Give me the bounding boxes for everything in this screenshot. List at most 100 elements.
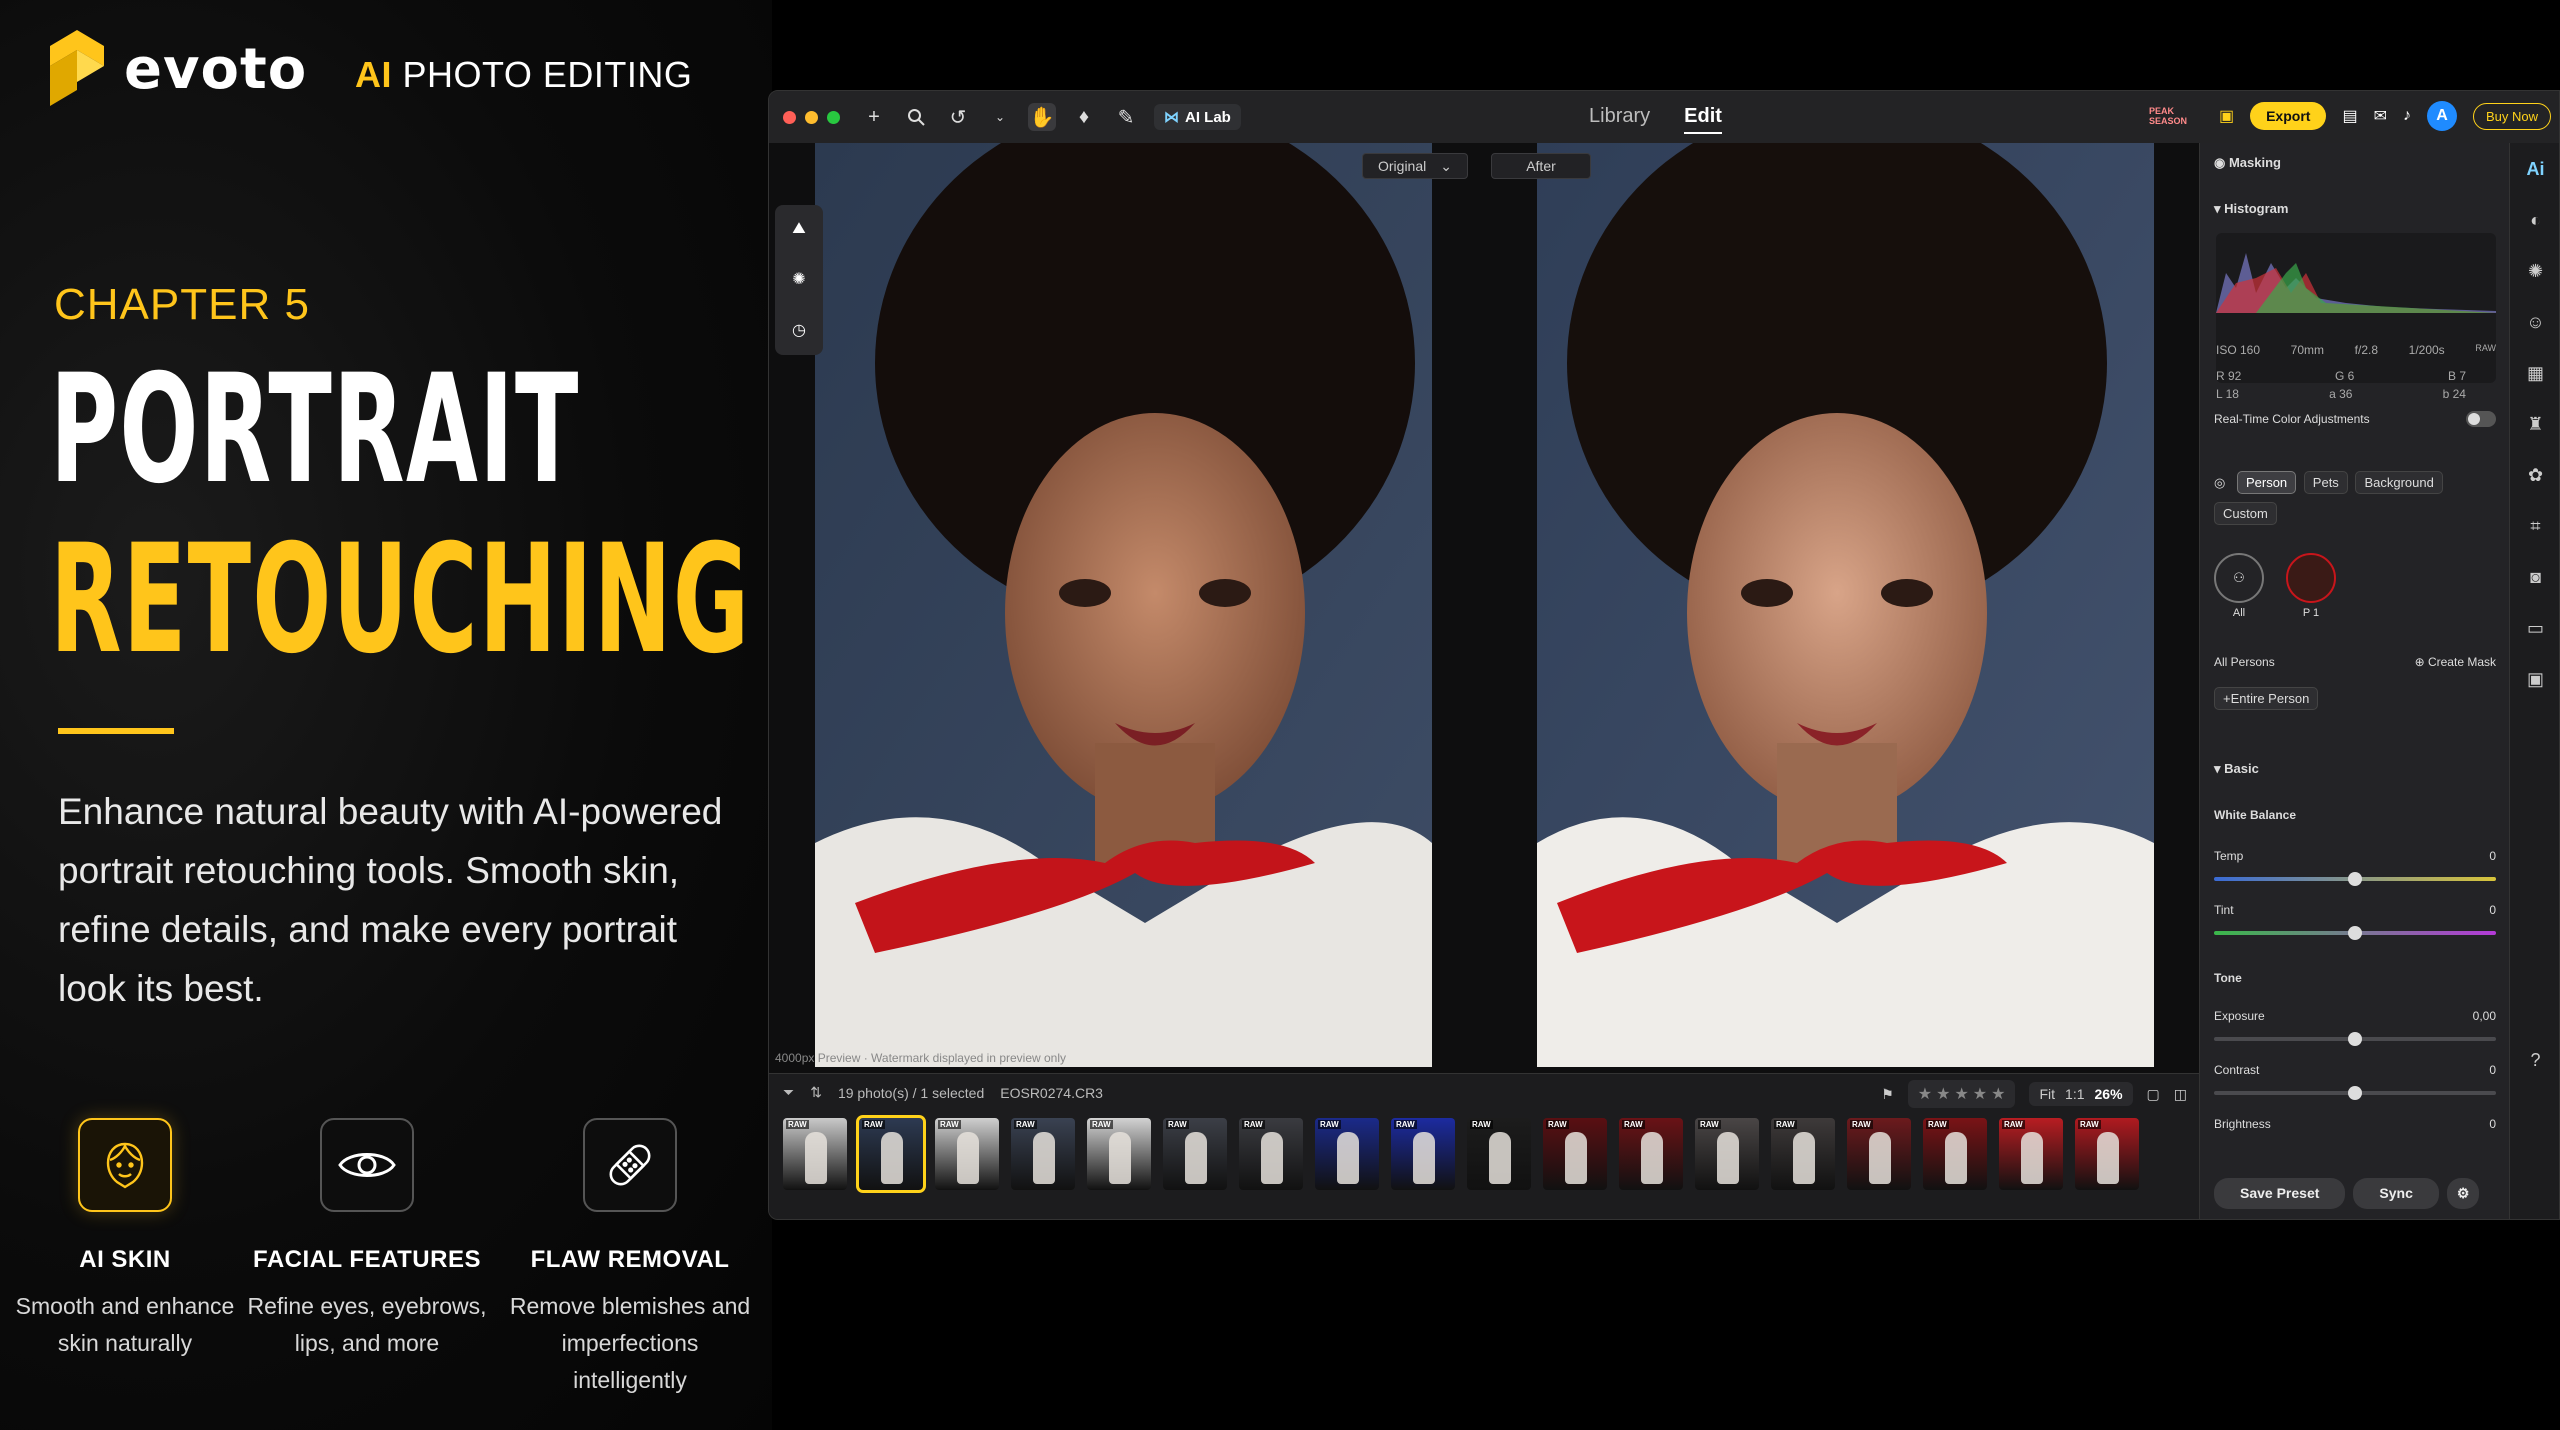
filter-icon[interactable]: ⏷	[783, 1084, 794, 1101]
compare-view-icon[interactable]: ◫	[2174, 1086, 2187, 1103]
filmstrip-thumbnail[interactable]: RAW	[1619, 1118, 1683, 1190]
avatar[interactable]: A	[2426, 101, 2457, 131]
star-rating[interactable]: ★ ★ ★ ★ ★	[1907, 1080, 2016, 1108]
undo-icon[interactable]: ↺	[944, 103, 972, 131]
palette-icon[interactable]: ◐	[2530, 210, 2541, 231]
camera-icon[interactable]: ◙	[2530, 567, 2541, 588]
tab-edit[interactable]: Edit	[1684, 105, 1722, 134]
exposure-slider[interactable]	[2214, 1032, 2496, 1046]
histogram-header[interactable]: ▾ Histogram	[2214, 201, 2288, 217]
chevron-down-icon[interactable]: ⌄	[986, 103, 1014, 131]
minimize-window-button[interactable]	[805, 110, 818, 124]
chip-custom[interactable]: Custom	[2214, 502, 2277, 525]
ai-lab-button[interactable]: ⋈ AI Lab	[1154, 104, 1241, 130]
ai-icon[interactable]: Ai	[2527, 159, 2545, 180]
brush-tool-icon[interactable]: ✎	[1112, 103, 1140, 131]
histogram-meta: ISO 160 70mm f/2.8 1/200s RAW R 92 G 6 B…	[2216, 343, 2496, 401]
preview-icon[interactable]: ▤	[2342, 106, 2357, 126]
tint-slider[interactable]	[2214, 926, 2496, 940]
pet-icon[interactable]: ✿	[2528, 465, 2543, 486]
filmstrip-thumbnail[interactable]: RAW	[1999, 1118, 2063, 1190]
filmstrip-thumbnail[interactable]: RAW	[1543, 1118, 1607, 1190]
create-mask-button[interactable]: ⊕ Create Mask	[2415, 655, 2496, 669]
basic-header[interactable]: ▾ Basic	[2214, 761, 2259, 777]
temp-row: Temp 0	[2214, 849, 2496, 863]
scene-icon[interactable]: ⛰	[792, 220, 805, 238]
tint-knob[interactable]	[2348, 926, 2362, 940]
feature-desc: Smooth and enhance skin naturally	[15, 1293, 235, 1356]
masking-header[interactable]: ◉ Masking	[2214, 155, 2281, 171]
filmstrip-thumbnail[interactable]: RAW	[935, 1118, 999, 1190]
zoom-level[interactable]: 26%	[2095, 1086, 2123, 1102]
bookmark-icon[interactable]: ▣	[2527, 669, 2544, 690]
clothing-icon[interactable]: ♜	[2527, 414, 2543, 435]
save-preset-button[interactable]: Save Preset	[2214, 1178, 2346, 1209]
chip-pets[interactable]: Pets	[2303, 471, 2348, 494]
gift-icon[interactable]: ▣	[2219, 106, 2234, 126]
filmstrip-thumbnail[interactable]: RAW	[1163, 1118, 1227, 1190]
buy-now-button[interactable]: Buy Now	[2472, 102, 2551, 130]
contrast-knob[interactable]	[2348, 1086, 2362, 1100]
close-window-button[interactable]	[783, 110, 796, 124]
sort-icon[interactable]: ⇅	[810, 1084, 822, 1101]
background-icon[interactable]: ▦	[2527, 363, 2544, 384]
compare-after-label[interactable]: After	[1491, 153, 1591, 179]
all-persons-label: All Persons	[2214, 655, 2275, 669]
chapter-label: CHAPTER 5	[54, 280, 310, 329]
help-icon[interactable]: ?	[2530, 1050, 2540, 1071]
person-p1[interactable]: P 1	[2286, 553, 2336, 619]
brightness-label: Brightness	[2214, 1117, 2271, 1131]
stamp-tool-icon[interactable]: ♦	[1070, 103, 1098, 131]
single-view-icon[interactable]: ▢	[2147, 1086, 2160, 1103]
realtime-toggle[interactable]	[2466, 411, 2496, 427]
filmstrip-thumbnail[interactable]: RAW	[1391, 1118, 1455, 1190]
zoom-fit[interactable]: Fit	[2039, 1086, 2055, 1102]
temp-knob[interactable]	[2348, 872, 2362, 886]
zoom-1to1[interactable]: 1:1	[2065, 1086, 2084, 1102]
search-icon[interactable]	[902, 103, 930, 131]
temp-slider[interactable]	[2214, 872, 2496, 886]
image-canvas[interactable]: Original ⌄ After ⛰ ✺ ◷ 4000px Preview · W…	[769, 143, 2199, 1073]
face-icon[interactable]: ☺	[2526, 312, 2544, 333]
peak-season-badge[interactable]: PEAK SEASON	[2149, 106, 2203, 126]
exposure-knob[interactable]	[2348, 1032, 2362, 1046]
chip-background[interactable]: Background	[2355, 471, 2443, 494]
sync-button[interactable]: Sync	[2353, 1178, 2439, 1209]
add-icon[interactable]: +	[860, 103, 888, 131]
filmstrip-thumbnail[interactable]: RAW	[1011, 1118, 1075, 1190]
filmstrip-thumbnail[interactable]: RAW	[1467, 1118, 1531, 1190]
sparkle-icon[interactable]: ✺	[792, 269, 805, 289]
filmstrip-thumbnail[interactable]: RAW	[1239, 1118, 1303, 1190]
zoom-controls[interactable]: Fit 1:1 26%	[2029, 1082, 2133, 1106]
filmstrip-thumbnail[interactable]: RAW	[856, 1115, 926, 1193]
notes-icon[interactable]: ✉	[2374, 106, 2387, 126]
person-all[interactable]: ⚇ All	[2214, 553, 2264, 619]
filmstrip-thumbnail[interactable]: RAW	[783, 1118, 847, 1190]
retouch-icon[interactable]: ✺	[2528, 261, 2543, 282]
face-smile-icon	[78, 1118, 172, 1212]
filmstrip-thumbnail[interactable]: RAW	[1771, 1118, 1835, 1190]
bell-icon[interactable]: ♪	[2403, 107, 2411, 125]
brightness-row: Brightness 0	[2214, 1117, 2496, 1131]
sync-settings-icon[interactable]: ⚙	[2446, 1178, 2480, 1209]
filmstrip-thumbnail[interactable]: RAW	[1695, 1118, 1759, 1190]
crop-icon[interactable]: ⌗	[2530, 516, 2540, 537]
filmstrip-thumbnail[interactable]: RAW	[1315, 1118, 1379, 1190]
tab-library[interactable]: Library	[1589, 105, 1650, 134]
entire-person-chip[interactable]: +Entire Person	[2214, 687, 2322, 710]
folder-icon[interactable]: ▭	[2527, 618, 2544, 639]
export-button[interactable]: Export	[2250, 102, 2327, 130]
filmstrip-thumbnail[interactable]: RAW	[1923, 1118, 1987, 1190]
value-l: L 18	[2216, 387, 2239, 401]
flag-icon[interactable]: ⚑	[1881, 1086, 1894, 1103]
chip-person[interactable]: Person	[2236, 471, 2297, 494]
zoom-window-button[interactable]	[827, 110, 840, 124]
realtime-label: Real-Time Color Adjustments	[2214, 412, 2370, 426]
hand-tool-icon[interactable]: ✋	[1028, 103, 1056, 131]
filmstrip-thumbnail[interactable]: RAW	[2075, 1118, 2139, 1190]
history-icon[interactable]: ◷	[792, 320, 806, 340]
compare-original-select[interactable]: Original ⌄	[1362, 153, 1468, 179]
contrast-slider[interactable]	[2214, 1086, 2496, 1100]
filmstrip-thumbnail[interactable]: RAW	[1847, 1118, 1911, 1190]
filmstrip-thumbnail[interactable]: RAW	[1087, 1118, 1151, 1190]
